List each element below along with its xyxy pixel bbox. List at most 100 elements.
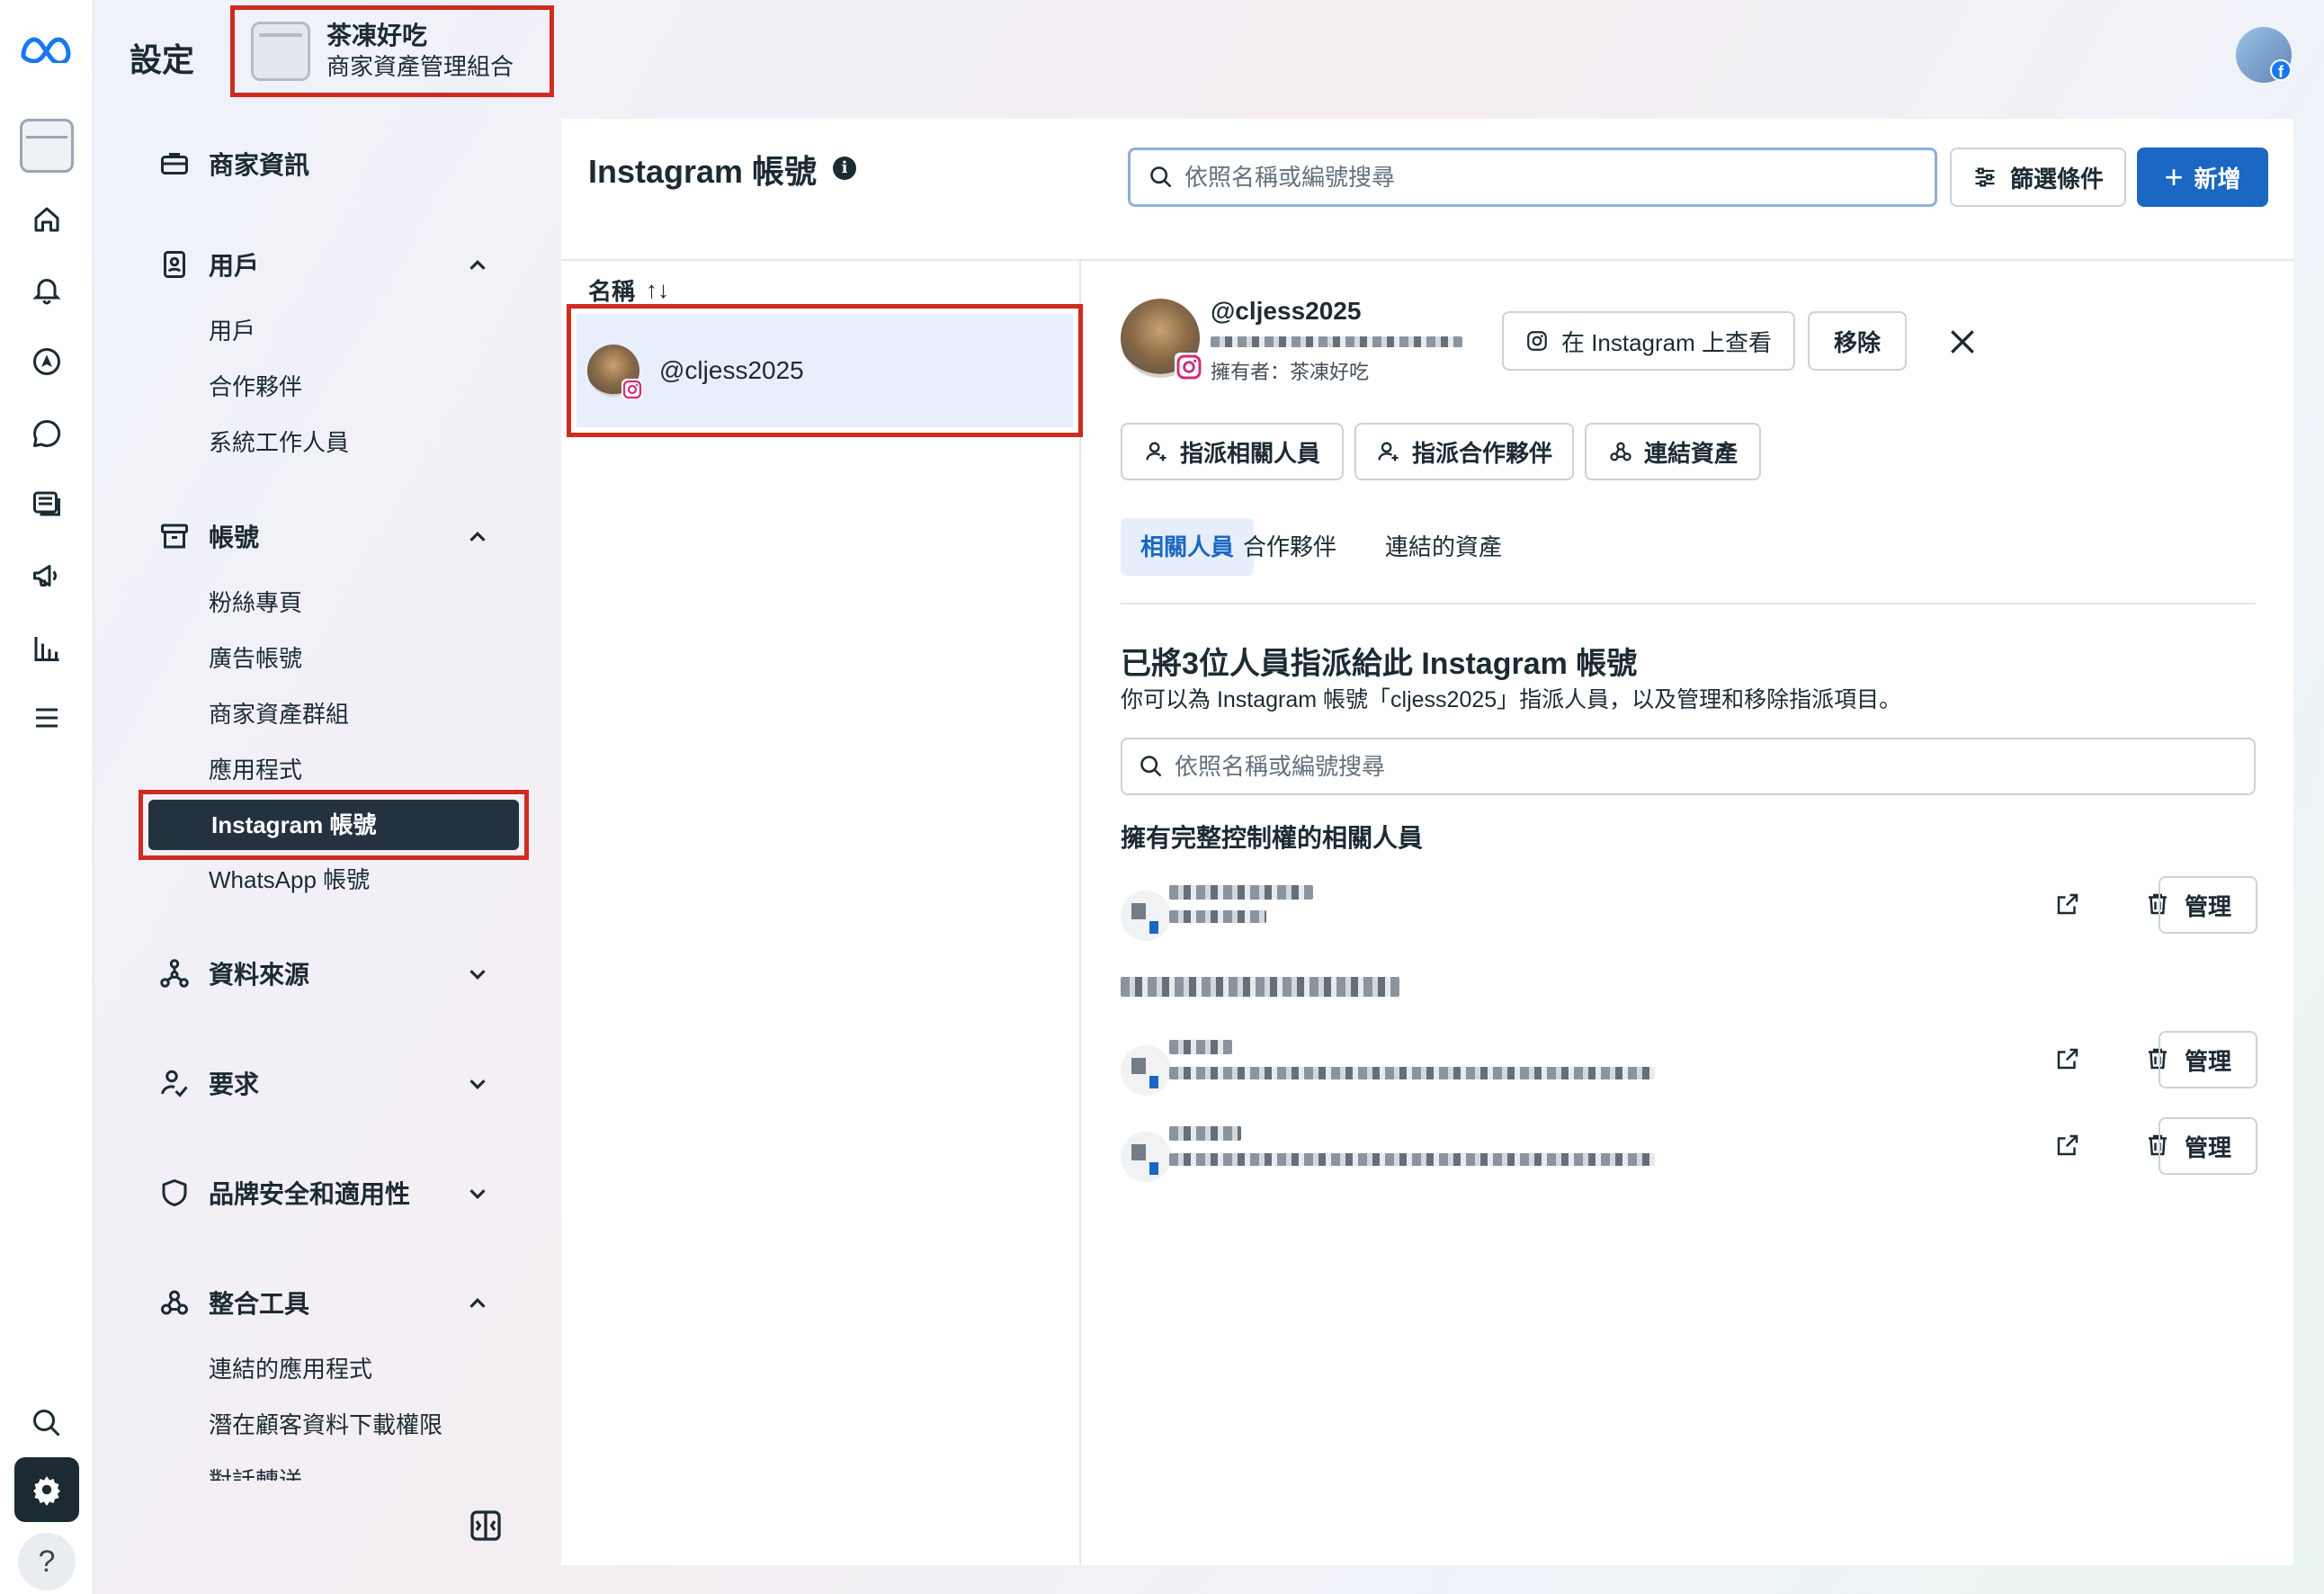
business-switcher[interactable]: 茶凍好吃 商家資產管理組合 — [230, 5, 554, 97]
sidebar-section-data-sources[interactable]: 資料來源 — [158, 952, 309, 995]
chat-icon[interactable] — [22, 408, 72, 459]
tab-connected-assets[interactable]: 連結的資產 — [1365, 518, 1522, 576]
assign-people-button[interactable]: 指派相關人員 — [1121, 423, 1344, 480]
sidebar-section-label: 帳號 — [209, 524, 260, 551]
bell-icon[interactable] — [22, 264, 72, 315]
chevron-up-icon[interactable] — [464, 524, 491, 551]
plus-icon: + — [2164, 158, 2184, 195]
sidebar-item-whatsapp-accounts[interactable]: WhatsApp 帳號 — [209, 860, 370, 900]
sidebar-section-integrations[interactable]: 整合工具 — [158, 1281, 309, 1324]
manage-button[interactable]: 管理 — [2159, 876, 2257, 934]
highlight-box: Instagram 帳號 — [139, 790, 529, 860]
sidebar-item-ad-accounts[interactable]: 廣告帳號 — [209, 639, 302, 678]
redacted-text — [1211, 336, 1462, 347]
insights-icon[interactable] — [22, 622, 72, 673]
help-icon[interactable]: ? — [18, 1533, 76, 1590]
account-avatar — [587, 345, 643, 400]
open-external-icon[interactable] — [2054, 891, 2081, 918]
view-on-instagram-button[interactable]: 在 Instagram 上查看 — [1502, 311, 1795, 371]
chevron-up-icon[interactable] — [464, 1290, 491, 1317]
people-search-input[interactable] — [1121, 738, 2256, 795]
sidebar-section-label: 整合工具 — [209, 1290, 310, 1318]
chevron-down-icon[interactable] — [464, 961, 491, 988]
open-external-icon[interactable] — [2054, 1132, 2081, 1159]
redacted-text — [1169, 1040, 1232, 1054]
list-item[interactable]: @cljess2025 — [577, 314, 1073, 427]
account-list: 名稱 ↑↓ @cljess2025 — [561, 261, 1083, 1565]
megaphone-icon[interactable] — [22, 551, 72, 601]
avatar — [1121, 1132, 1171, 1182]
main-panel: Instagram 帳號 i 篩選條件 + 新增 名稱 ↑↓ @cljess20… — [561, 119, 2293, 1565]
badge-icon — [164, 251, 185, 278]
search-input-field[interactable] — [1184, 163, 1904, 192]
info-icon[interactable]: i — [833, 157, 856, 180]
archive-icon — [161, 524, 188, 549]
divider — [1121, 603, 2256, 604]
sidebar-item-system-users[interactable]: 系統工作人員 — [209, 423, 349, 462]
assign-partner-button[interactable]: 指派合作夥伴 — [1354, 423, 1574, 480]
manage-button[interactable]: 管理 — [2159, 1117, 2257, 1175]
compass-icon[interactable] — [22, 336, 72, 387]
remove-button[interactable]: 移除 — [1808, 311, 1907, 371]
business-portfolio-icon[interactable] — [20, 119, 74, 173]
business-subtitle: 商家資產管理組合 — [326, 53, 514, 80]
add-button[interactable]: + 新增 — [2137, 148, 2268, 207]
sidebar-item-partners[interactable]: 合作夥伴 — [209, 367, 302, 407]
redacted-text — [1169, 1153, 1655, 1166]
account-detail: @cljess2025 擁有者：茶凍好吃 在 Instagram 上查看 移除 … — [1083, 261, 2293, 1565]
sidebar-section-accounts[interactable]: 帳號 — [158, 515, 259, 558]
collapse-sidebar-icon[interactable] — [468, 1508, 504, 1544]
add-button-label: 新增 — [2194, 165, 2241, 193]
home-icon[interactable] — [22, 194, 72, 245]
filter-button[interactable]: 篩選條件 — [1950, 148, 2126, 207]
account-owner: 擁有者：茶凍好吃 — [1211, 361, 1370, 383]
manage-button[interactable]: 管理 — [2159, 1031, 2257, 1088]
integrations-icon — [1610, 442, 1631, 461]
sidebar-item-pages[interactable]: 粉絲專頁 — [209, 583, 302, 622]
sidebar-item-instagram-accounts[interactable]: Instagram 帳號 — [148, 800, 519, 850]
chevron-down-icon[interactable] — [464, 1180, 491, 1207]
person-add-icon — [1146, 442, 1166, 461]
avatar — [1121, 891, 1171, 941]
business-avatar — [251, 22, 310, 81]
assign-partner-label: 指派合作夥伴 — [1411, 439, 1552, 467]
sidebar-item-apps[interactable]: 應用程式 — [209, 750, 302, 790]
instagram-icon — [621, 379, 643, 400]
sidebar-section-users[interactable]: 用戶 — [158, 243, 259, 286]
sidebar-section-label: 資料來源 — [209, 961, 310, 989]
people-search-field[interactable] — [1175, 752, 1894, 781]
menu-icon[interactable] — [22, 693, 72, 743]
sidebar-item-conversation-routing[interactable]: 對話轉送 — [209, 1461, 302, 1481]
redacted-text — [1169, 1067, 1655, 1079]
connect-assets-button[interactable]: 連結資產 — [1585, 423, 1761, 480]
sidebar-item-asset-groups[interactable]: 商家資產群組 — [209, 694, 349, 734]
sidebar-section-requests[interactable]: 要求 — [158, 1061, 259, 1105]
sidebar-item-users[interactable]: 用戶 — [209, 311, 255, 351]
content-icon[interactable] — [22, 479, 72, 529]
view-on-instagram-label: 在 Instagram 上查看 — [1560, 328, 1773, 356]
account-name: @cljess2025 — [659, 356, 804, 384]
highlight-box: @cljess2025 — [567, 304, 1083, 437]
account-handle: @cljess2025 — [1211, 297, 1362, 325]
chevron-down-icon[interactable] — [464, 1070, 491, 1097]
close-icon[interactable] — [1944, 324, 1980, 360]
chevron-up-icon[interactable] — [464, 252, 491, 279]
sidebar-item-lead-access[interactable]: 潛在顧客資料下載權限 — [209, 1405, 442, 1445]
shield-icon — [162, 1179, 187, 1206]
instagram-icon — [1175, 353, 1203, 381]
sidebar-section-label: 商家資訊 — [209, 151, 310, 179]
sidebar-section-label: 要求 — [209, 1070, 260, 1098]
briefcase-icon — [161, 153, 188, 175]
sidebar-section-business-info[interactable]: 商家資訊 — [158, 142, 309, 185]
sidebar-item-connected-apps[interactable]: 連結的應用程式 — [209, 1349, 372, 1389]
sort-icon: ↑↓ — [646, 275, 670, 303]
search-input[interactable] — [1128, 148, 1937, 207]
gear-icon[interactable] — [14, 1457, 79, 1522]
open-external-icon[interactable] — [2054, 1045, 2081, 1072]
search-icon[interactable] — [22, 1398, 72, 1448]
sidebar-section-brand-safety[interactable]: 品牌安全和適用性 — [158, 1171, 410, 1214]
sidebar-section-label: 品牌安全和適用性 — [209, 1180, 411, 1208]
avatar — [1121, 1045, 1171, 1096]
meta-logo-icon[interactable] — [16, 23, 77, 74]
tab-partners[interactable]: 合作夥伴 — [1223, 518, 1356, 576]
